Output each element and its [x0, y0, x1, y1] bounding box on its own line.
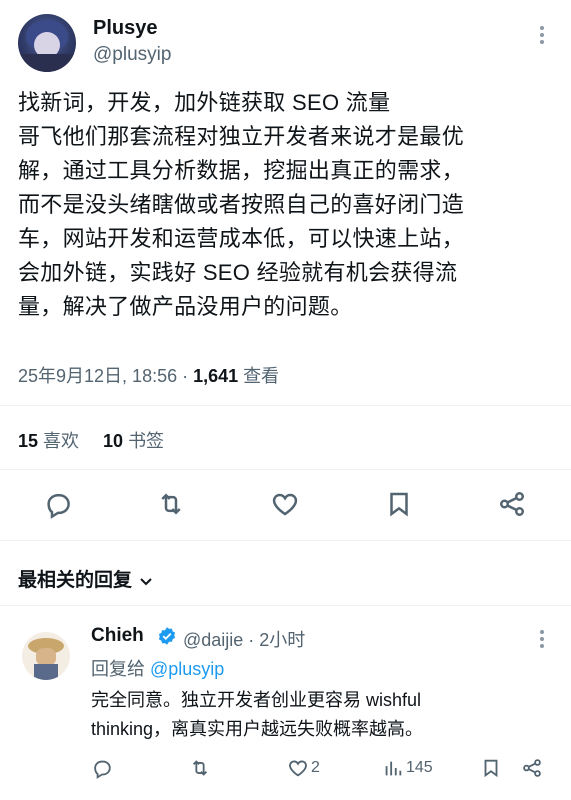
tweet-text-line: 解，通过工具分析数据，挖掘出真正的需求，	[18, 158, 465, 183]
tweet-text-line: 车，网站开发和运营成本低，可以快速上站，	[18, 226, 465, 251]
likes-count[interactable]: 15	[18, 431, 38, 451]
reply-icon	[94, 760, 111, 779]
reply-more-options-icon[interactable]	[539, 630, 545, 652]
bookmark-icon[interactable]	[384, 489, 414, 519]
reply-icon[interactable]	[43, 489, 73, 519]
tweet-text-line: 而不是没头绪瞎做或者按照自己的喜好闭门造	[18, 192, 465, 217]
retweet-icon	[192, 760, 208, 776]
bookmarks-count[interactable]: 10	[103, 431, 123, 451]
avatar-body	[18, 54, 76, 72]
more-options-icon[interactable]	[539, 26, 545, 48]
replying-to-link[interactable]: @plusyip	[150, 659, 224, 679]
like-icon[interactable]	[270, 489, 300, 519]
author-avatar[interactable]	[18, 14, 76, 72]
bookmarks-label[interactable]: 书签	[128, 431, 164, 451]
divider	[0, 540, 571, 541]
tweet-text-line: 哥飞他们那套流程对独立开发者来说才是最优	[18, 124, 465, 149]
reply-like-count: 2	[311, 759, 320, 776]
retweet-icon[interactable]	[156, 489, 186, 519]
views-bar-chart-icon	[385, 761, 402, 776]
tweet-text: 找新词，开发，加外链获取 SEO 流量 哥飞他们那套流程对独立开发者来说才是最优…	[18, 86, 558, 324]
tweet-text-line: 找新词，开发，加外链获取 SEO 流量	[18, 90, 391, 115]
reply-author-avatar[interactable]	[22, 632, 70, 680]
reply-share-button[interactable]	[521, 756, 543, 780]
reply-author-name[interactable]: Chieh	[91, 625, 144, 647]
reply-like-button[interactable]: 2	[287, 756, 320, 780]
reply-bookmark-button[interactable]	[480, 756, 502, 780]
reply-text-line: 完全同意。独立开发者创业更容易 wishful	[91, 690, 422, 710]
reply-text: 完全同意。独立开发者创业更容易 wishful thinking，离真实用户越远…	[91, 686, 561, 744]
reply-retweet-button[interactable]	[189, 756, 211, 780]
tweet-meta: 25年9月12日, 18:56 · 1,641 查看	[18, 362, 279, 388]
divider	[0, 469, 571, 470]
replies-sort-toggle[interactable]: 最相关的回复	[18, 565, 154, 592]
views-label: 查看	[238, 366, 280, 386]
author-handle[interactable]: @plusyip	[93, 44, 171, 66]
like-icon	[289, 760, 307, 777]
likes-label[interactable]: 喜欢	[43, 431, 79, 451]
reply-views-count: 145	[406, 759, 433, 776]
tweet-timestamp[interactable]: 25年9月12日, 18:56 ·	[18, 366, 193, 386]
share-icon	[523, 759, 541, 777]
author-name[interactable]: Plusye	[93, 17, 157, 40]
verified-badge-icon	[157, 626, 177, 646]
reply-author-handle[interactable]: @daijie · 2小时	[183, 626, 305, 652]
replying-to-prefix: 回复给	[91, 659, 151, 679]
tweet-stats: 15 喜欢 10 书签	[18, 427, 164, 453]
reply-text-line: thinking，离真实用户越远失败概率越高。	[91, 719, 424, 739]
bookmark-icon	[484, 759, 498, 778]
replies-sort-label: 最相关的回复	[18, 570, 133, 591]
divider	[0, 405, 571, 406]
tweet-text-line: 量，解决了做产品没用户的问题。	[18, 294, 353, 319]
divider	[0, 605, 571, 606]
avatar-coat	[34, 664, 58, 680]
replying-to: 回复给 @plusyip	[91, 655, 224, 681]
chevron-down-icon	[140, 578, 152, 586]
views-count: 1,641	[193, 366, 239, 386]
share-icon[interactable]	[497, 489, 527, 519]
reply-views-button[interactable]: 145	[382, 756, 433, 780]
tweet-text-line: 会加外链，实践好 SEO 经验就有机会获得流	[18, 260, 458, 285]
reply-reply-button[interactable]	[91, 756, 113, 780]
